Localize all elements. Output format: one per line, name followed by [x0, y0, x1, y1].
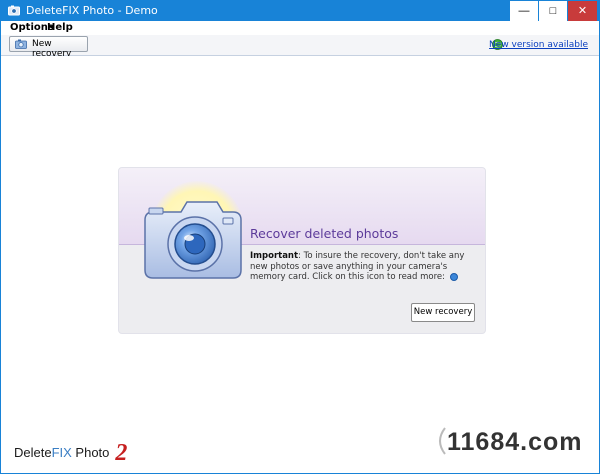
maximize-button[interactable]: □: [538, 1, 567, 21]
app-window: DeleteFIX Photo - Demo — □ ✕ Options Hel…: [0, 0, 600, 474]
toolbar: New recovery New version available: [1, 35, 599, 59]
logo-prefix: Delete: [14, 445, 52, 460]
watermark: 11684.com: [447, 428, 583, 456]
logo-suffix: Photo: [71, 445, 110, 460]
product-logo: DeleteFIX Photo 2: [14, 440, 127, 467]
menu-bar: Options Help: [1, 21, 599, 35]
main-content: Recover deleted photos Important: To ins…: [1, 56, 599, 473]
recovery-icon: [15, 39, 27, 49]
card-title: Recover deleted photos: [250, 226, 399, 241]
title-bar[interactable]: DeleteFIX Photo - Demo — □ ✕: [1, 1, 599, 21]
watermark-swoosh-icon: [439, 427, 446, 455]
new-recovery-toolbar-button[interactable]: New recovery: [9, 36, 88, 59]
camera-icon: [144, 201, 242, 279]
important-note: Important: To insure the recovery, don't…: [250, 251, 480, 283]
camera-app-icon: [8, 5, 20, 16]
close-button[interactable]: ✕: [567, 1, 597, 21]
window-title: DeleteFIX Photo - Demo: [26, 4, 158, 17]
logo-version: 2: [115, 440, 128, 466]
logo-fix: FIX: [51, 445, 72, 460]
minimize-button[interactable]: —: [509, 1, 538, 21]
menu-help[interactable]: Help: [47, 22, 73, 33]
info-icon[interactable]: [449, 272, 458, 281]
new-version-link[interactable]: New version available: [489, 40, 588, 50]
important-label: Important: [250, 251, 299, 261]
recovery-card: Recover deleted photos Important: To ins…: [118, 167, 486, 334]
new-recovery-button[interactable]: New recovery: [411, 303, 475, 322]
